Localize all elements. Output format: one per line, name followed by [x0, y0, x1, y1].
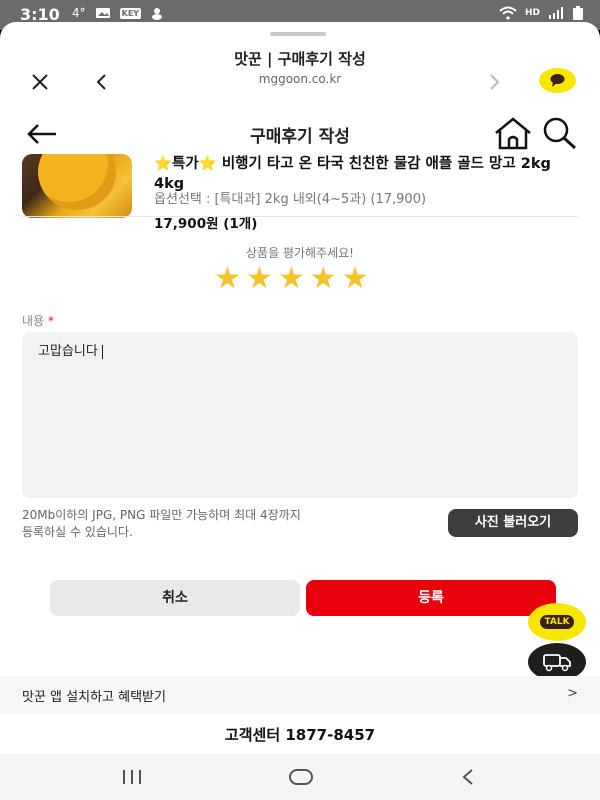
cancel-button[interactable]: 취소: [50, 580, 300, 616]
talk-label: TALK: [540, 615, 574, 629]
star-icon[interactable]: ★: [214, 264, 241, 294]
home-icon[interactable]: [493, 116, 533, 150]
rating-label: 상품을 평가해주세요!: [246, 246, 354, 260]
kakao-chat-button[interactable]: [539, 68, 576, 93]
star-icon[interactable]: ★: [342, 264, 369, 294]
chevron-right-icon: >: [567, 686, 578, 701]
search-icon[interactable]: [541, 116, 579, 150]
android-nav-bar: [0, 754, 600, 800]
footer: 고객센터 1877-8457: [0, 714, 600, 754]
review-textarea[interactable]: 고맙습니다: [22, 332, 578, 498]
upload-notice-line2: 등록하실 수 있습니다.: [22, 525, 133, 539]
review-content-label: 내용 *: [22, 312, 54, 329]
gallery-icon: [95, 8, 110, 18]
product-summary: ⭐특가⭐ 비행기 타고 온 타국 친친한 물감 애플 골드 망고 2kg 4kg…: [0, 154, 600, 240]
key-badge: KEY: [119, 7, 142, 19]
upload-notice-line1: 20Mb이하의 JPG, PNG 파일만 가능하며 최대 4장까지: [22, 508, 301, 522]
chat-bubble-icon: [550, 74, 565, 87]
browser-url: mggoon.co.kr: [258, 72, 342, 86]
required-mark: *: [47, 314, 54, 328]
upload-notice: 20Mb이하의 JPG, PNG 파일만 가능하며 최대 4장까지 등록하실 수…: [22, 507, 382, 541]
back-nav-icon[interactable]: [460, 767, 476, 787]
product-option: 옵션선택 : [특대과] 2kg 내외(4~5과) (17,900): [154, 192, 427, 207]
home-nav-icon[interactable]: [288, 767, 314, 787]
page-header: 구매후기 작성: [0, 106, 600, 156]
app-notification-icon: [152, 8, 163, 20]
review-label-text: 내용: [22, 314, 45, 328]
browser-title: 맛꾼 | 구매후기 작성: [234, 50, 366, 68]
app-banner-text: 맛꾼 앱 설치하고 혜택받기: [22, 690, 166, 705]
kakao-talk-button[interactable]: TALK: [528, 603, 586, 641]
review-text-value: 고맙습니다: [38, 344, 98, 359]
weather-temperature: 4°: [72, 6, 86, 20]
product-price: 17,900원 (1개): [154, 216, 258, 232]
app-install-banner[interactable]: 맛꾼 앱 설치하고 혜택받기 >: [0, 676, 600, 714]
browser-toolbar: 맛꾼 | 구매후기 작성 mggoon.co.kr: [0, 40, 600, 106]
star-icon[interactable]: ★: [278, 264, 305, 294]
signal-icon: [549, 7, 563, 19]
hd-label: HD: [524, 8, 540, 18]
submit-button[interactable]: 등록: [306, 580, 556, 616]
section-divider: [22, 216, 578, 217]
recent-apps-icon[interactable]: [120, 768, 144, 786]
battery-icon: [573, 6, 583, 20]
wifi-icon: [499, 6, 517, 20]
browser-forward-icon[interactable]: [488, 72, 502, 92]
in-app-browser-sheet: 맛꾼 | 구매후기 작성 mggoon.co.kr 구매후기 작성 ⭐특가⭐ 비…: [0, 22, 600, 800]
star-rating[interactable]: ★ ★ ★ ★ ★: [214, 264, 369, 294]
text-caret: [101, 344, 103, 359]
sheet-grabber[interactable]: [270, 32, 326, 36]
star-icon[interactable]: ★: [310, 264, 337, 294]
product-thumbnail: [22, 154, 132, 218]
star-icon[interactable]: ★: [246, 264, 273, 294]
load-photo-button[interactable]: 사진 불러오기: [448, 509, 578, 537]
customer-center: 고객센터 1877-8457: [224, 726, 376, 744]
